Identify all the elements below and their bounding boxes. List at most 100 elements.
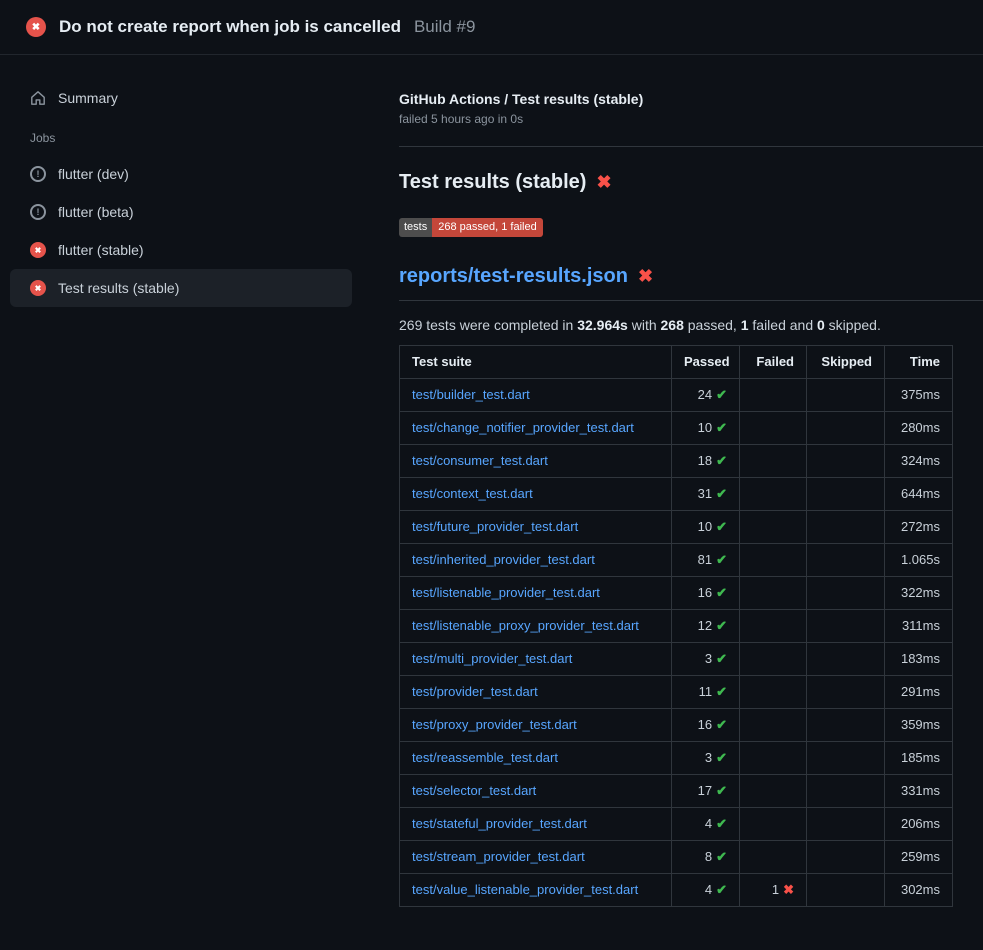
summary-text: 269 tests were completed in	[399, 317, 577, 333]
test-suite-link[interactable]: test/inherited_provider_test.dart	[412, 552, 595, 567]
time-cell: 311ms	[885, 610, 953, 643]
table-row: test/provider_test.dart 11✔ 291ms	[400, 676, 953, 709]
summary-text: passed,	[684, 317, 741, 333]
table-header-row: Test suite Passed Failed Skipped Time	[400, 346, 953, 379]
failed-status-icon: ✖	[26, 17, 46, 37]
test-suite-link[interactable]: test/stateful_provider_test.dart	[412, 816, 587, 831]
table-row: test/proxy_provider_test.dart 16✔ 359ms	[400, 709, 953, 742]
skipped-cell	[807, 478, 885, 511]
failed-cell	[740, 379, 807, 412]
report-file-link[interactable]: reports/test-results.json	[399, 263, 628, 289]
skipped-cell	[807, 841, 885, 874]
sidebar-item-flutter-dev[interactable]: ! flutter (dev)	[10, 155, 352, 193]
job-label: flutter (dev)	[58, 166, 129, 182]
test-suite-link[interactable]: test/reassemble_test.dart	[412, 750, 558, 765]
passed-count: 81	[698, 552, 712, 567]
time-cell: 206ms	[885, 808, 953, 841]
check-icon: ✔	[716, 783, 727, 798]
failed-x-icon: ✖	[596, 169, 611, 195]
check-run-page: ✖ Do not create report when job is cance…	[0, 0, 983, 950]
test-suite-link[interactable]: test/stream_provider_test.dart	[412, 849, 585, 864]
body: Summary Jobs ! flutter (dev) ! flutter (…	[0, 55, 983, 907]
test-suite-link[interactable]: test/consumer_test.dart	[412, 453, 548, 468]
skipped-cell	[807, 874, 885, 907]
col-passed: Passed	[672, 346, 740, 379]
header: ✖ Do not create report when job is cance…	[0, 0, 983, 55]
summary-failed: 1	[741, 317, 749, 333]
check-icon: ✔	[716, 618, 727, 633]
failed-status-icon: ✖	[30, 280, 46, 296]
passed-count: 11	[699, 684, 713, 699]
page-title: Do not create report when job is cancell…	[59, 15, 401, 39]
time-cell: 185ms	[885, 742, 953, 775]
skipped-cell	[807, 577, 885, 610]
skipped-cell	[807, 610, 885, 643]
main-content: GitHub Actions / Test results (stable) f…	[399, 55, 983, 907]
badge-label: tests	[399, 218, 432, 237]
test-suite-link[interactable]: test/listenable_proxy_provider_test.dart	[412, 618, 639, 633]
failed-cell	[740, 511, 807, 544]
sidebar: Summary Jobs ! flutter (dev) ! flutter (…	[0, 55, 399, 307]
check-icon: ✔	[716, 849, 727, 864]
job-label: Test results (stable)	[58, 280, 179, 296]
failed-count: 1	[772, 882, 779, 897]
sidebar-item-flutter-beta[interactable]: ! flutter (beta)	[10, 193, 352, 231]
summary-text: with	[628, 317, 661, 333]
divider	[399, 146, 983, 147]
passed-count: 17	[698, 783, 712, 798]
test-suite-link[interactable]: test/value_listenable_provider_test.dart	[412, 882, 638, 897]
sidebar-item-flutter-stable[interactable]: ✖ flutter (stable)	[10, 231, 352, 269]
failed-cell	[740, 610, 807, 643]
table-row: test/future_provider_test.dart 10✔ 272ms	[400, 511, 953, 544]
test-suite-link[interactable]: test/change_notifier_provider_test.dart	[412, 420, 634, 435]
time-cell: 291ms	[885, 676, 953, 709]
skipped-cell	[807, 544, 885, 577]
col-time: Time	[885, 346, 953, 379]
skipped-cell	[807, 643, 885, 676]
jobs-heading: Jobs	[30, 131, 352, 145]
passed-count: 16	[698, 585, 712, 600]
table-row: test/listenable_provider_test.dart 16✔ 3…	[400, 577, 953, 610]
failed-cell	[740, 478, 807, 511]
table-row: test/inherited_provider_test.dart 81✔ 1.…	[400, 544, 953, 577]
check-icon: ✔	[716, 486, 727, 501]
skipped-cell	[807, 808, 885, 841]
test-suite-link[interactable]: test/proxy_provider_test.dart	[412, 717, 577, 732]
time-cell: 259ms	[885, 841, 953, 874]
sidebar-item-summary[interactable]: Summary	[10, 81, 352, 115]
summary-text: skipped.	[825, 317, 881, 333]
check-icon: ✔	[716, 717, 727, 732]
test-suite-link[interactable]: test/selector_test.dart	[412, 783, 536, 798]
neutral-status-icon: !	[30, 204, 46, 220]
test-suite-link[interactable]: test/builder_test.dart	[412, 387, 530, 402]
summary-passed: 268	[661, 317, 684, 333]
report-heading: reports/test-results.json ✖	[399, 263, 983, 301]
passed-count: 12	[698, 618, 712, 633]
time-cell: 359ms	[885, 709, 953, 742]
summary-text: failed and	[749, 317, 818, 333]
test-suite-link[interactable]: test/provider_test.dart	[412, 684, 538, 699]
failed-cell	[740, 709, 807, 742]
time-cell: 324ms	[885, 445, 953, 478]
check-icon: ✔	[716, 882, 727, 897]
sidebar-item-test-results-stable[interactable]: ✖ Test results (stable)	[10, 269, 352, 307]
passed-count: 8	[705, 849, 712, 864]
table-row: test/stateful_provider_test.dart 4✔ 206m…	[400, 808, 953, 841]
section-title: Test results (stable)	[399, 169, 586, 195]
skipped-cell	[807, 379, 885, 412]
check-icon: ✔	[716, 816, 727, 831]
failed-cell	[740, 676, 807, 709]
test-suite-link[interactable]: test/context_test.dart	[412, 486, 533, 501]
failed-cell	[740, 577, 807, 610]
check-icon: ✔	[716, 420, 727, 435]
table-row: test/listenable_proxy_provider_test.dart…	[400, 610, 953, 643]
test-suite-link[interactable]: test/future_provider_test.dart	[412, 519, 578, 534]
table-row: test/value_listenable_provider_test.dart…	[400, 874, 953, 907]
col-test-suite: Test suite	[400, 346, 672, 379]
tests-badge: tests 268 passed, 1 failed	[399, 218, 543, 237]
passed-count: 24	[698, 387, 712, 402]
check-icon: ✔	[716, 552, 727, 567]
test-suite-link[interactable]: test/multi_provider_test.dart	[412, 651, 572, 666]
test-suite-link[interactable]: test/listenable_provider_test.dart	[412, 585, 600, 600]
failed-cell	[740, 808, 807, 841]
